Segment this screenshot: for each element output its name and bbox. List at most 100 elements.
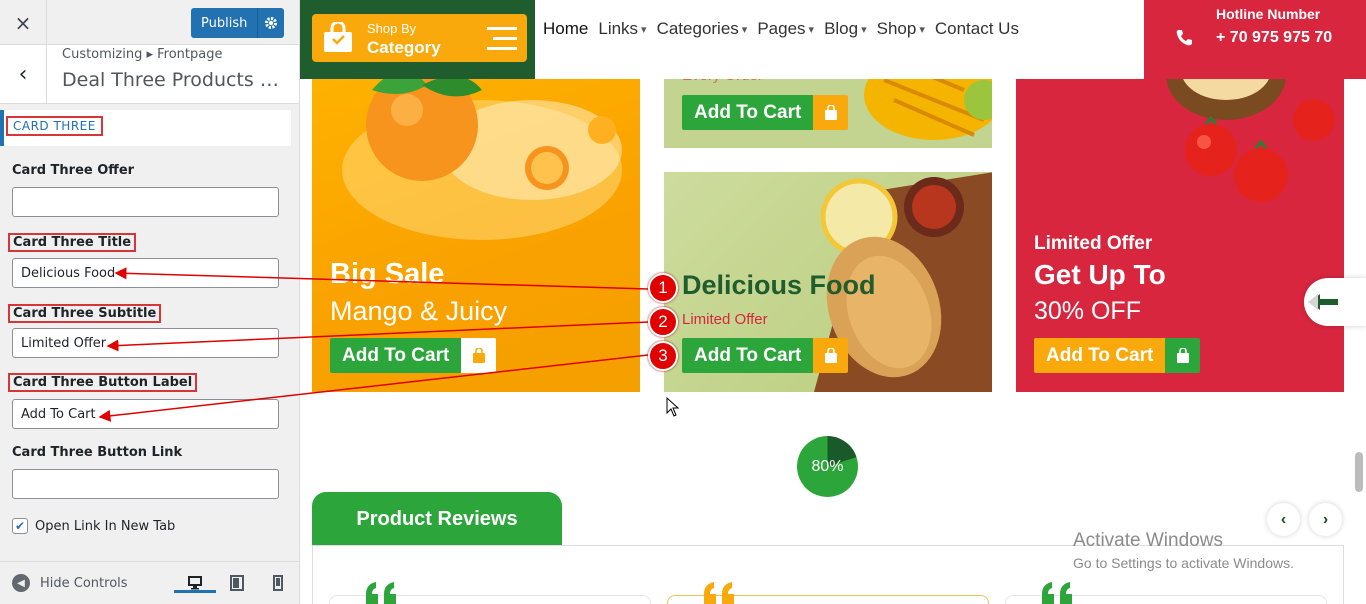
menu-contact[interactable]: Contact Us <box>935 19 1019 39</box>
product-reviews-tab: Product Reviews <box>312 492 562 546</box>
hotline-number[interactable]: + 70 975 975 70 <box>1216 26 1346 50</box>
chevron-left-icon: ‹ <box>18 62 28 87</box>
chevron-left-icon: ‹ <box>1280 510 1287 528</box>
shopping-bag-icon <box>324 22 352 52</box>
card-three-offer-label: Card Three Offer <box>12 163 135 178</box>
shop-by-category-button[interactable]: Shop By Category <box>312 14 527 62</box>
card-three-heading-label: CARD THREE <box>6 116 103 136</box>
card3-title: Delicious Food <box>682 270 876 300</box>
arrow-left-icon <box>1308 294 1338 310</box>
menu-shop[interactable]: Shop ▾ <box>877 19 925 39</box>
tablet-preview-button[interactable] <box>228 574 246 592</box>
card-red-subtitle: 30% OFF <box>1034 297 1141 325</box>
card-three-subtitle-input[interactable]: Limited Offer <box>12 328 279 358</box>
hotline-label: Hotline Number <box>1216 6 1321 22</box>
deal-card-limited-offer: Limited Offer Get Up To 30% OFF Add To C… <box>1016 60 1344 392</box>
open-new-tab-row: ✔ Open Link In New Tab <box>12 518 175 534</box>
quote-icon <box>366 582 396 604</box>
card-three-subtitle-label: Card Three Subtitle <box>8 304 162 323</box>
hide-controls-label: Hide Controls <box>40 575 128 591</box>
close-icon: × <box>14 10 32 35</box>
reviews-title: Product Reviews <box>356 507 518 530</box>
section-title: Deal Three Products Sec... <box>62 69 287 91</box>
chevron-down-icon: ▾ <box>861 23 867 36</box>
shopby-line1: Shop By <box>367 21 417 36</box>
deal-card-delicious-food: Delicious Food Limited Offer Add To Cart <box>664 172 992 392</box>
hotline-box: Hotline Number + 70 975 975 70 <box>1144 0 1366 79</box>
card2-add-to-cart-button[interactable]: Add To Cart <box>682 95 849 130</box>
close-customizer-button[interactable]: × <box>0 0 47 45</box>
mobile-icon <box>273 575 283 591</box>
watermark-line2: Go to Settings to activate Windows. <box>1073 555 1294 571</box>
chevron-down-icon: ▾ <box>641 23 647 36</box>
card3-add-to-cart-button[interactable]: Add To Cart <box>682 338 849 373</box>
section-header: ‹ Customizing ▸ Frontpage Deal Three Pro… <box>0 45 299 104</box>
phone-icon <box>1176 30 1192 46</box>
card-three-title-input[interactable]: Delicious Food <box>12 258 279 288</box>
menu-categories[interactable]: Categories ▾ <box>657 19 748 39</box>
deal-card-big-sale: Big Sale Mango & Juicy Add To Cart <box>312 60 640 392</box>
card-red-add-to-cart-button[interactable]: Add To Cart <box>1034 338 1201 373</box>
menu-links-label: Links <box>598 19 639 38</box>
tomatoes-image <box>1166 60 1335 202</box>
shopping-bag-icon <box>1165 338 1201 373</box>
gear-icon[interactable] <box>258 16 284 30</box>
card-three-title-label: Card Three Title <box>8 233 137 252</box>
site-preview: Big Sale Mango & Juicy Add To Cart Every… <box>300 0 1366 604</box>
chevron-down-icon: ▾ <box>808 23 815 36</box>
desktop-preview-button[interactable] <box>174 562 216 593</box>
tablet-icon <box>230 575 244 591</box>
menu-shop-label: Shop <box>876 19 917 38</box>
collapse-icon: ◀ <box>12 574 30 592</box>
chevron-right-icon: › <box>1322 510 1329 528</box>
card1-button-label: Add To Cart <box>330 338 462 373</box>
menu-contact-label: Contact Us <box>934 19 1019 38</box>
menu-links[interactable]: Links ▾ <box>598 19 646 39</box>
progress-label: 80% <box>811 457 844 475</box>
customizer-header: × Publish <box>0 0 299 45</box>
menu-home[interactable]: Home <box>543 19 588 39</box>
card-red-button-label: Add To Cart <box>1034 338 1166 373</box>
card-red-title: Get Up To <box>1034 259 1166 290</box>
card1-title: Big Sale <box>330 258 445 290</box>
publish-button[interactable]: Publish <box>191 8 284 38</box>
card-three-button-label-input[interactable]: Add To Cart <box>12 399 279 429</box>
card-three-heading: CARD THREE <box>0 110 291 146</box>
shopping-bag-icon <box>813 338 849 373</box>
progress-circle: 80% <box>797 436 858 497</box>
card3-subtitle: Limited Offer <box>682 311 768 328</box>
back-button[interactable]: ‹ <box>0 45 47 104</box>
category-panel: Shop By Category <box>300 0 535 79</box>
menu-blog-label: Blog <box>824 19 859 38</box>
mobile-preview-button[interactable] <box>269 574 287 592</box>
card-three-offer-input[interactable] <box>12 187 279 217</box>
menu-categories-label: Categories <box>656 19 739 38</box>
menu-blog[interactable]: Blog ▾ <box>824 19 867 39</box>
card3-button-label: Add To Cart <box>682 338 814 373</box>
menu-home-label: Home <box>543 19 589 38</box>
shopping-bag-icon <box>461 338 497 373</box>
open-new-tab-checkbox[interactable]: ✔ <box>12 518 28 534</box>
windows-activation-watermark: Activate Windows Go to Settings to activ… <box>1073 530 1294 571</box>
menu-pages-label: Pages <box>757 19 806 38</box>
shopby-line2: Category <box>367 38 441 57</box>
card-three-button-link-input[interactable] <box>12 469 279 499</box>
orange-juice-image <box>342 69 622 240</box>
card-three-button-label-label: Card Three Button Label <box>8 373 198 392</box>
side-arrow-tab[interactable] <box>1304 278 1366 326</box>
page-scrollbar[interactable] <box>1355 452 1363 492</box>
annotation-badge-3: 3 <box>648 341 678 371</box>
customizer-footer: ◀ Hide Controls <box>0 561 299 604</box>
annotation-badge-1: 1 <box>648 273 678 303</box>
menu-pages[interactable]: Pages ▾ <box>757 19 814 39</box>
quote-icon <box>1042 582 1072 604</box>
card1-add-to-cart-button[interactable]: Add To Cart <box>330 338 497 373</box>
card2-button-label: Add To Cart <box>682 95 814 130</box>
chevron-down-icon: ▾ <box>741 23 748 36</box>
main-menu: Home Links ▾ Categories ▾ Pages ▾ Blog ▾ Sho… <box>543 19 1029 39</box>
annotation-badge-2: 2 <box>648 307 678 337</box>
breadcrumb: Customizing ▸ Frontpage <box>62 47 223 62</box>
hide-controls-button[interactable]: ◀ Hide Controls <box>12 574 128 592</box>
card1-subtitle: Mango & Juicy <box>330 296 508 326</box>
reviews-next-button[interactable]: › <box>1309 503 1342 536</box>
